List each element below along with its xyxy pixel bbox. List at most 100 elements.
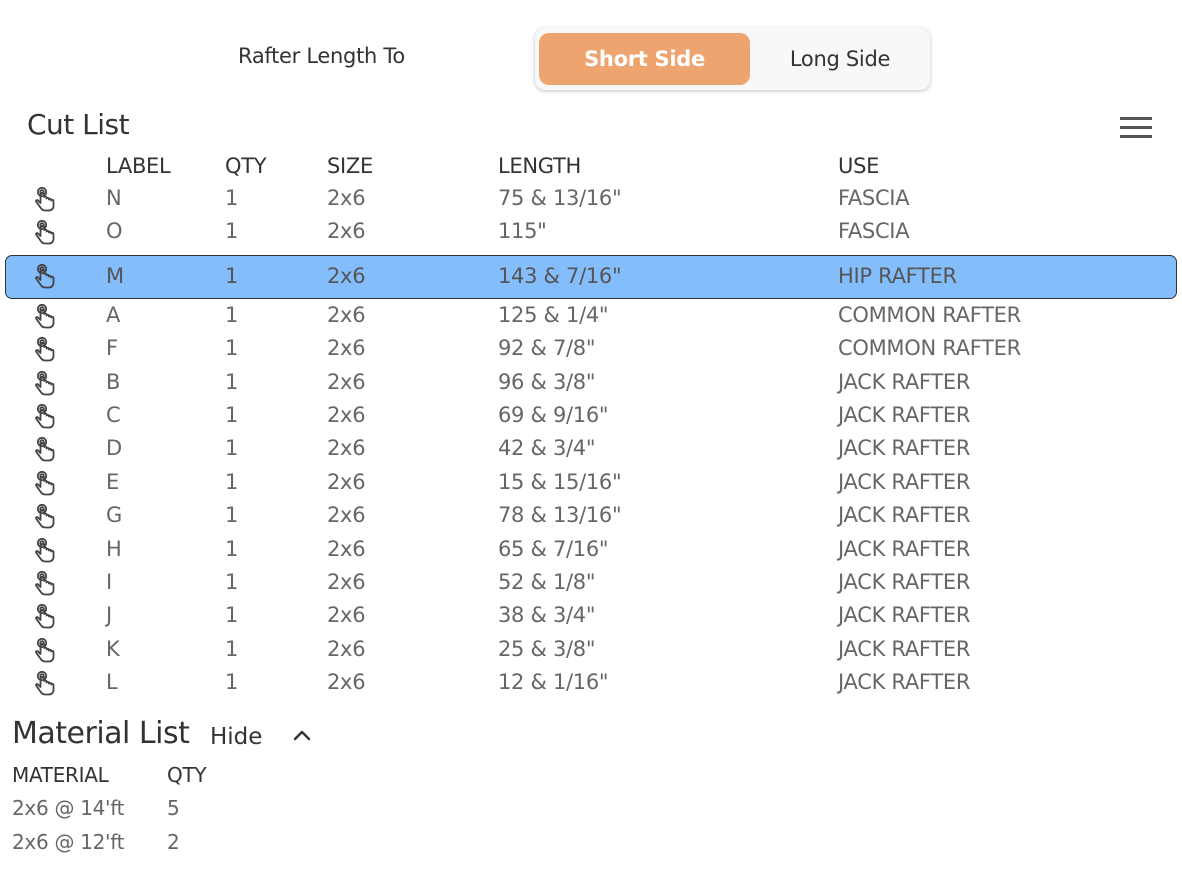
row-length: 115" <box>498 219 547 244</box>
row-label: N <box>106 186 122 210</box>
touch-hand-icon[interactable] <box>33 436 59 464</box>
row-size: 2x6 <box>327 569 366 594</box>
row-use: JACK RAFTER <box>838 402 971 427</box>
touch-hand-icon[interactable] <box>33 603 59 631</box>
row-qty: 1 <box>225 336 239 361</box>
cut-list-row[interactable]: H 1 2x6 65 & 7/16" JACK RAFTER <box>0 533 1182 566</box>
touch-hand-icon[interactable] <box>33 370 59 398</box>
touch-hand-icon[interactable] <box>33 263 59 291</box>
row-length: 15 & 15/16" <box>498 469 622 494</box>
row-use: JACK RAFTER <box>838 503 971 528</box>
row-use: FASCIA <box>838 186 910 210</box>
row-use: JACK RAFTER <box>838 670 971 695</box>
rafter-length-selector: Rafter Length To Short Side Long Side <box>0 28 1182 92</box>
touch-hand-icon[interactable] <box>33 403 59 431</box>
row-label: G <box>106 503 122 528</box>
cut-list-row[interactable]: G 1 2x6 78 & 13/16" JACK RAFTER <box>0 499 1182 532</box>
material-qty: 5 <box>167 796 180 820</box>
cut-list-row[interactable]: K 1 2x6 25 & 3/8" JACK RAFTER <box>0 633 1182 666</box>
column-header-qty: QTY <box>167 763 207 787</box>
row-size: 2x6 <box>327 186 366 210</box>
touch-hand-icon[interactable] <box>33 570 59 598</box>
row-size: 2x6 <box>327 503 366 528</box>
row-label: C <box>106 402 121 427</box>
row-size: 2x6 <box>327 263 366 288</box>
row-qty: 1 <box>225 436 239 461</box>
row-label: M <box>106 263 124 288</box>
row-label: E <box>106 469 119 494</box>
cut-list-row[interactable]: O 1 2x6 115" FASCIA <box>0 215 1182 248</box>
row-size: 2x6 <box>327 302 366 327</box>
row-length: 52 & 1/8" <box>498 569 596 594</box>
row-length: 69 & 9/16" <box>498 402 609 427</box>
row-label: A <box>106 302 121 327</box>
cut-list-row[interactable]: F 1 2x6 92 & 7/8" COMMON RAFTER <box>0 332 1182 365</box>
row-qty: 1 <box>225 569 239 594</box>
touch-hand-icon[interactable] <box>33 537 59 565</box>
row-qty: 1 <box>225 219 239 244</box>
row-size: 2x6 <box>327 536 366 561</box>
cut-list-row[interactable]: B 1 2x6 96 & 3/8" JACK RAFTER <box>0 366 1182 399</box>
touch-hand-icon[interactable] <box>33 336 59 364</box>
row-size: 2x6 <box>327 369 366 394</box>
cut-list-row[interactable]: E 1 2x6 15 & 15/16" JACK RAFTER <box>0 466 1182 499</box>
column-header-length[interactable]: LENGTH <box>498 154 581 178</box>
row-qty: 1 <box>225 402 239 427</box>
cut-list-row[interactable]: L 1 2x6 12 & 1/16" JACK RAFTER <box>0 666 1182 699</box>
hamburger-menu-icon[interactable] <box>1116 114 1156 142</box>
rafter-length-label: Rafter Length To <box>238 44 405 68</box>
row-use: JACK RAFTER <box>838 536 971 561</box>
row-qty: 1 <box>225 670 239 695</box>
row-size: 2x6 <box>327 603 366 628</box>
row-label: J <box>106 603 112 628</box>
row-qty: 1 <box>225 536 239 561</box>
row-size: 2x6 <box>327 670 366 695</box>
long-side-button[interactable]: Long Side <box>755 33 925 85</box>
row-size: 2x6 <box>327 469 366 494</box>
row-length: 65 & 7/16" <box>498 536 609 561</box>
row-use: JACK RAFTER <box>838 436 971 461</box>
column-header-use[interactable]: USE <box>838 154 879 178</box>
touch-hand-icon[interactable] <box>33 503 59 531</box>
material-name: 2x6 @ 12'ft <box>12 830 125 854</box>
row-size: 2x6 <box>327 636 366 661</box>
column-header-label[interactable]: LABEL <box>106 154 171 178</box>
short-side-button[interactable]: Short Side <box>539 33 750 85</box>
touch-hand-icon[interactable] <box>33 303 59 331</box>
row-size: 2x6 <box>327 336 366 361</box>
column-header-qty[interactable]: QTY <box>225 154 267 178</box>
row-size: 2x6 <box>327 219 366 244</box>
cut-list-header-row: LABEL QTY SIZE LENGTH USE <box>0 150 1182 182</box>
column-header-material: MATERIAL <box>12 763 109 787</box>
row-use: JACK RAFTER <box>838 636 971 661</box>
row-qty: 1 <box>225 369 239 394</box>
cut-list-row[interactable]: N 1 2x6 75 & 13/16" FASCIA <box>0 182 1182 215</box>
touch-hand-icon[interactable] <box>33 186 59 214</box>
touch-hand-icon[interactable] <box>33 637 59 665</box>
material-name: 2x6 @ 14'ft <box>12 796 125 820</box>
row-use: JACK RAFTER <box>838 603 971 628</box>
row-length: 42 & 3/4" <box>498 436 596 461</box>
row-label: H <box>106 536 122 561</box>
chevron-up-icon[interactable] <box>290 724 314 748</box>
cut-list-table: LABEL QTY SIZE LENGTH USE N 1 2x6 75 & 1… <box>0 150 1182 699</box>
cut-list-row[interactable]: I 1 2x6 52 & 1/8" JACK RAFTER <box>0 566 1182 599</box>
cut-list-row-selected[interactable]: M 1 2x6 143 & 7/16" HIP RAFTER <box>0 254 1182 299</box>
row-size: 2x6 <box>327 436 366 461</box>
row-qty: 1 <box>225 302 239 327</box>
touch-hand-icon[interactable] <box>33 219 59 247</box>
cut-list-row[interactable]: J 1 2x6 38 & 3/4" JACK RAFTER <box>0 599 1182 632</box>
column-header-size[interactable]: SIZE <box>327 154 373 178</box>
hide-material-list-button[interactable]: Hide <box>210 724 262 750</box>
row-length: 96 & 3/8" <box>498 369 596 394</box>
cut-list-title: Cut List <box>27 108 130 141</box>
cut-list-row[interactable]: A 1 2x6 125 & 1/4" COMMON RAFTER <box>0 299 1182 332</box>
row-use: HIP RAFTER <box>838 263 957 288</box>
touch-hand-icon[interactable] <box>33 470 59 498</box>
row-label: D <box>106 436 122 461</box>
cut-list-row[interactable]: C 1 2x6 69 & 9/16" JACK RAFTER <box>0 399 1182 432</box>
row-length: 92 & 7/8" <box>498 336 596 361</box>
touch-hand-icon[interactable] <box>33 670 59 698</box>
row-qty: 1 <box>225 636 239 661</box>
cut-list-row[interactable]: D 1 2x6 42 & 3/4" JACK RAFTER <box>0 432 1182 465</box>
